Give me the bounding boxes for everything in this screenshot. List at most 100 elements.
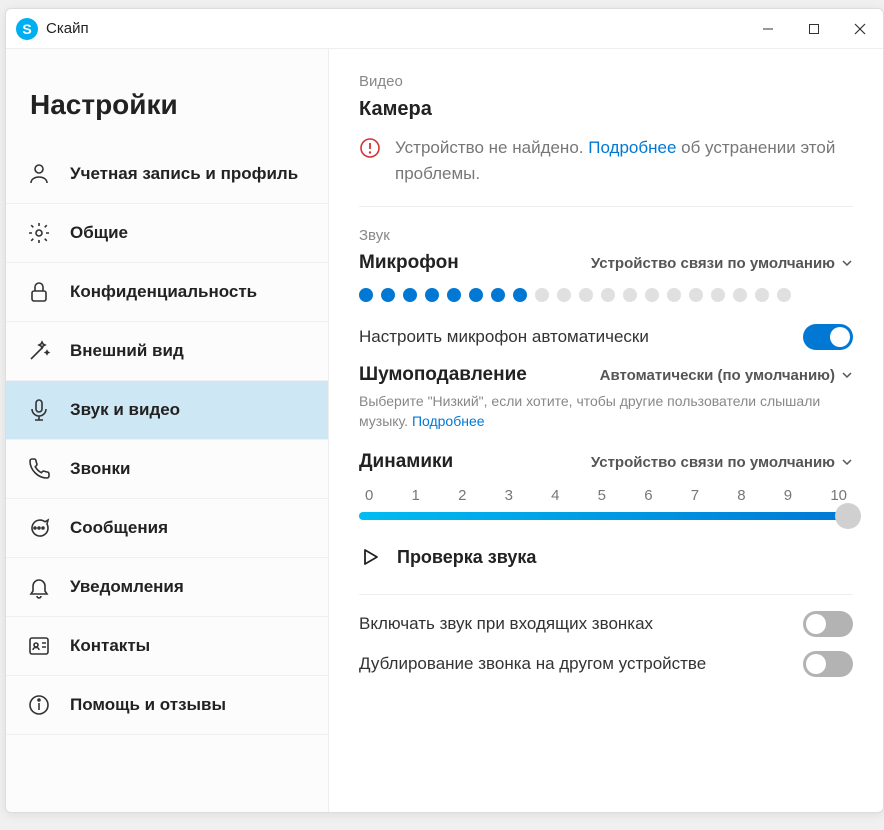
info-icon — [26, 692, 52, 718]
mic-level-dot — [535, 288, 549, 302]
noise-learn-more-link[interactable]: Подробнее — [412, 413, 485, 429]
test-audio-label: Проверка звука — [397, 547, 536, 568]
maximize-button[interactable] — [791, 9, 837, 49]
slider-tick-label: 6 — [644, 487, 652, 504]
noise-cancel-dropdown[interactable]: Автоматически (по умолчанию) — [600, 367, 853, 384]
sidebar-item-label: Общие — [70, 223, 128, 243]
chat-icon — [26, 515, 52, 541]
camera-warning-text: Устройство не найдено. Подробнее об устр… — [395, 135, 853, 186]
microphone-heading: Микрофон — [359, 252, 459, 274]
chevron-down-icon — [841, 456, 853, 468]
close-button[interactable] — [837, 9, 883, 49]
sidebar-item-privacy[interactable]: Конфиденциальность — [6, 263, 328, 322]
speakers-heading: Динамики — [359, 451, 453, 473]
contacts-icon — [26, 633, 52, 659]
window-controls — [745, 9, 883, 49]
slider-tick-label: 7 — [691, 487, 699, 504]
speakers-slider: 012345678910 — [359, 487, 853, 520]
slider-tick-label: 3 — [505, 487, 513, 504]
divider — [359, 594, 853, 595]
mic-level-dot — [755, 288, 769, 302]
slider-thumb[interactable] — [835, 503, 861, 529]
mic-level-dot — [513, 288, 527, 302]
slider-tick-label: 4 — [551, 487, 559, 504]
microphone-row: Микрофон Устройство связи по умолчанию — [359, 252, 853, 274]
mic-level-dot — [579, 288, 593, 302]
mic-level-dot — [447, 288, 461, 302]
sidebar-item-help[interactable]: Помощь и отзывы — [6, 676, 328, 735]
speakers-device-value: Устройство связи по умолчанию — [591, 454, 835, 471]
microphone-device-dropdown[interactable]: Устройство связи по умолчанию — [591, 255, 853, 272]
slider-tick-label: 5 — [598, 487, 606, 504]
chevron-down-icon — [841, 257, 853, 269]
mic-level-dot — [733, 288, 747, 302]
play-icon — [359, 546, 381, 568]
sidebar-item-contacts[interactable]: Контакты — [6, 617, 328, 676]
app-window: S Скайп Настройки Учетная запись и профи… — [5, 8, 884, 813]
camera-heading: Камера — [359, 98, 853, 121]
noise-cancel-row: Шумоподавление Автоматически (по умолчан… — [359, 364, 853, 386]
bell-icon — [26, 574, 52, 600]
warning-prefix: Устройство не найдено. — [395, 138, 588, 157]
skype-logo-icon: S — [16, 18, 38, 40]
sidebar-item-general[interactable]: Общие — [6, 204, 328, 263]
sidebar-item-label: Учетная запись и профиль — [70, 164, 298, 184]
noise-cancel-value: Автоматически (по умолчанию) — [600, 367, 835, 384]
mic-level-dot — [645, 288, 659, 302]
ring-incoming-label: Включать звук при входящих звонках — [359, 614, 653, 634]
app-title: Скайп — [46, 20, 89, 37]
mic-level-dot — [777, 288, 791, 302]
ring-incoming-toggle[interactable] — [803, 611, 853, 637]
minimize-button[interactable] — [745, 9, 791, 49]
mic-level-dot — [667, 288, 681, 302]
sidebar-item-account[interactable]: Учетная запись и профиль — [6, 145, 328, 204]
microphone-device-value: Устройство связи по умолчанию — [591, 255, 835, 272]
mic-level-dot — [689, 288, 703, 302]
mic-level-dot — [359, 288, 373, 302]
mic-level-dot — [491, 288, 505, 302]
page-title: Настройки — [6, 49, 328, 145]
mic-level-dot — [557, 288, 571, 302]
phone-icon — [26, 456, 52, 482]
sidebar-item-label: Сообщения — [70, 518, 168, 538]
test-audio-button[interactable]: Проверка звука — [359, 546, 853, 568]
speakers-device-dropdown[interactable]: Устройство связи по умолчанию — [591, 454, 853, 471]
camera-warning: Устройство не найдено. Подробнее об устр… — [359, 135, 853, 207]
wand-icon — [26, 338, 52, 364]
sidebar-item-label: Конфиденциальность — [70, 282, 257, 302]
warning-icon — [359, 137, 381, 159]
user-icon — [26, 161, 52, 187]
camera-learn-more-link[interactable]: Подробнее — [588, 138, 676, 157]
slider-tick-label: 8 — [737, 487, 745, 504]
mic-level-dot — [623, 288, 637, 302]
ring-incoming-row: Включать звук при входящих звонках — [359, 611, 853, 637]
slider-tick-label: 1 — [412, 487, 420, 504]
sidebar-item-label: Звук и видео — [70, 400, 180, 420]
sidebar-item-audio-video[interactable]: Звук и видео — [6, 381, 328, 440]
microphone-level-meter — [359, 288, 853, 302]
content: Настройки Учетная запись и профиль Общие… — [6, 49, 883, 812]
video-section-label: Видео — [359, 73, 853, 90]
sidebar-item-messages[interactable]: Сообщения — [6, 499, 328, 558]
sidebar-item-calls[interactable]: Звонки — [6, 440, 328, 499]
slider-tick-label: 9 — [784, 487, 792, 504]
lock-icon — [26, 279, 52, 305]
ring-duplicate-toggle[interactable] — [803, 651, 853, 677]
chevron-down-icon — [841, 369, 853, 381]
mic-level-dot — [469, 288, 483, 302]
sidebar-item-label: Контакты — [70, 636, 150, 656]
noise-cancel-heading: Шумоподавление — [359, 364, 527, 386]
mic-level-dot — [381, 288, 395, 302]
sidebar-item-label: Звонки — [70, 459, 131, 479]
sidebar: Настройки Учетная запись и профиль Общие… — [6, 49, 329, 812]
sidebar-item-notifications[interactable]: Уведомления — [6, 558, 328, 617]
noise-cancel-hint: Выберите "Низкий", если хотите, чтобы др… — [359, 392, 853, 431]
ring-duplicate-row: Дублирование звонка на другом устройстве — [359, 651, 853, 677]
sidebar-item-label: Помощь и отзывы — [70, 695, 226, 715]
ring-duplicate-label: Дублирование звонка на другом устройстве — [359, 654, 706, 674]
mic-level-dot — [425, 288, 439, 302]
microphone-icon — [26, 397, 52, 423]
sidebar-item-appearance[interactable]: Внешний вид — [6, 322, 328, 381]
speakers-volume-slider[interactable] — [359, 512, 853, 520]
auto-adjust-mic-toggle[interactable] — [803, 324, 853, 350]
